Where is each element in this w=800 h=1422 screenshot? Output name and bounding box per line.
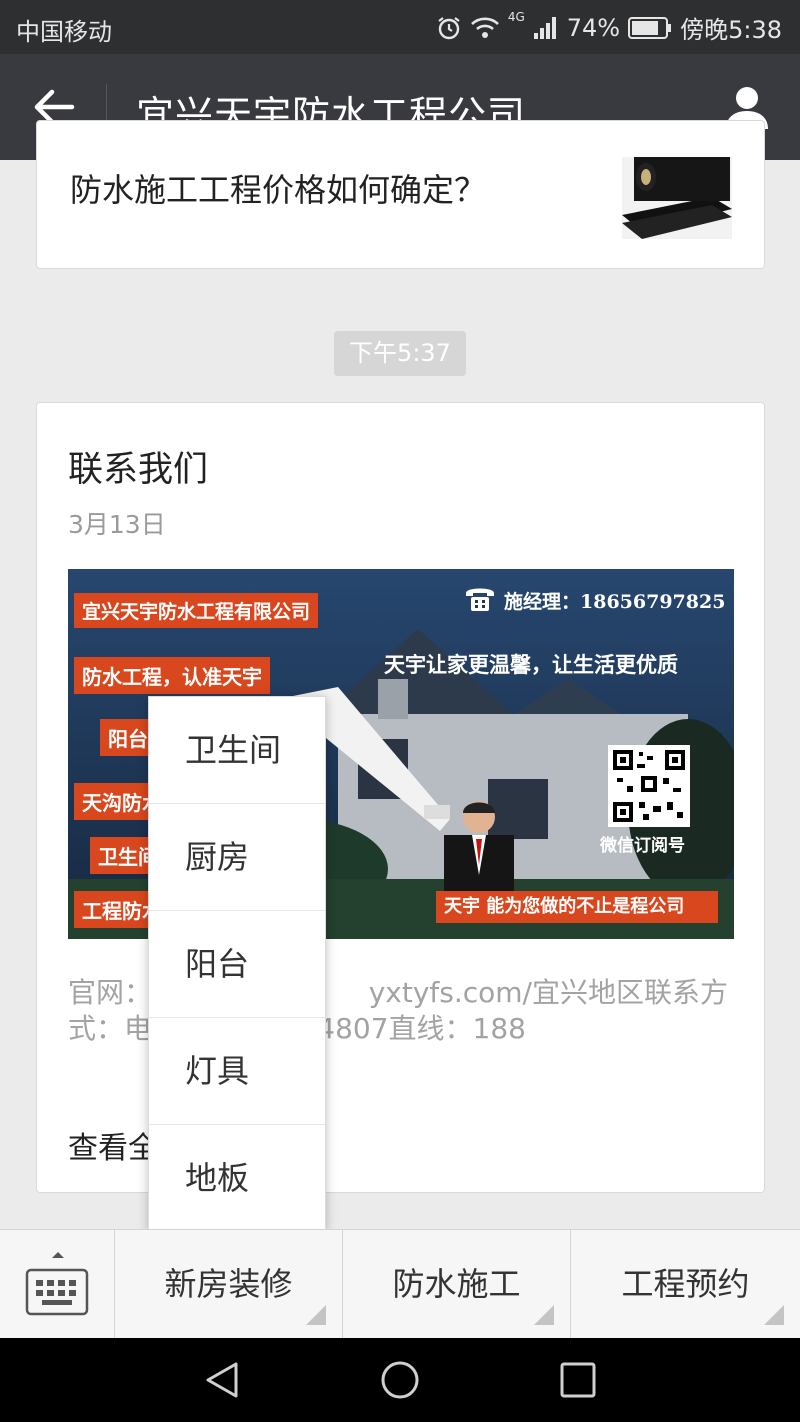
summary-line2-start: 式：电 bbox=[68, 1012, 153, 1045]
qr-caption: 微信订阅号 bbox=[600, 836, 685, 856]
menu-label: 新房装修 bbox=[164, 1265, 293, 1303]
nav-home-icon[interactable] bbox=[378, 1358, 422, 1402]
article-date: 3月13日 bbox=[68, 510, 166, 539]
qr-code bbox=[608, 745, 690, 827]
battery-icon bbox=[628, 16, 672, 40]
banner-headline: 天宇让家更温馨，让生活更优质 bbox=[384, 652, 678, 677]
system-nav-bar bbox=[0, 1338, 800, 1422]
banner-phone: 施经理：18656797825 bbox=[464, 583, 725, 618]
menu-label: 防水施工 bbox=[392, 1265, 521, 1303]
battery-percent: 74% bbox=[566, 13, 621, 42]
popup-submenu: 卫生间 厨房 阳台 灯具 地板 bbox=[148, 696, 326, 1230]
banner-bottom-tag: 天宇 能为您做的不止是程公司 bbox=[436, 891, 718, 923]
menu-new-house-decoration[interactable]: 新房装修 bbox=[115, 1230, 343, 1339]
popup-item-balcony[interactable]: 阳台 bbox=[149, 911, 325, 1018]
megaphone-person-image bbox=[424, 795, 534, 899]
nav-back-icon[interactable] bbox=[200, 1358, 244, 1402]
popup-item-bathroom[interactable]: 卫生间 bbox=[149, 697, 325, 804]
banner-side-tag: 卫生间 bbox=[90, 837, 150, 874]
article-card[interactable]: 联系我们 3月13日 宜兴天宇防水工程有限公司 防水工程，认准天宇 阳台 天沟防… bbox=[36, 402, 765, 1193]
banner-company-tag: 宜兴天宇防水工程有限公司 bbox=[74, 593, 319, 628]
menu-label: 工程预约 bbox=[621, 1265, 750, 1303]
article-title: 联系我们 bbox=[68, 450, 209, 490]
summary-line1-end: yxtyfs.com/宜兴地区联系方 bbox=[368, 976, 728, 1009]
popup-item-kitchen[interactable]: 厨房 bbox=[149, 804, 325, 911]
timestamp-badge: 下午5:37 bbox=[334, 331, 466, 376]
keyboard-toggle-button[interactable] bbox=[0, 1230, 115, 1339]
previous-article-card[interactable]: 防水施工工程价格如何确定？ bbox=[36, 120, 765, 269]
read-more-link[interactable]: 查看全 bbox=[68, 1123, 158, 1167]
menu-project-booking[interactable]: 工程预约 bbox=[571, 1230, 800, 1339]
signal-icon bbox=[533, 16, 559, 40]
alarm-icon bbox=[436, 15, 462, 41]
popup-item-lighting[interactable]: 灯具 bbox=[149, 1018, 325, 1125]
menu-waterproof-construction[interactable]: 防水施工 bbox=[343, 1230, 571, 1339]
banner-side-tag: 工程防水 bbox=[74, 891, 154, 928]
submenu-indicator-icon bbox=[306, 1305, 326, 1325]
status-bar: 中国移动 4G 74% 傍晚5:38 bbox=[0, 0, 800, 54]
status-icons: 4G 74% 傍晚5:38 bbox=[436, 10, 782, 45]
nav-recents-icon[interactable] bbox=[556, 1358, 600, 1402]
summary-line1-start: 官网： bbox=[68, 976, 153, 1009]
wifi-icon bbox=[470, 16, 500, 40]
phone-icon bbox=[464, 583, 496, 618]
previous-article-headline: 防水施工工程价格如何确定？ bbox=[70, 171, 487, 209]
carrier-name: 中国移动 bbox=[16, 18, 112, 46]
bottom-menu-bar: 新房装修 防水施工 工程预约 bbox=[0, 1229, 800, 1339]
clock: 傍晚5:38 bbox=[680, 16, 782, 44]
banner-phone-text: 施经理：18656797825 bbox=[504, 591, 726, 613]
submenu-indicator-icon bbox=[764, 1305, 784, 1325]
banner-slogan-tag: 防水工程，认准天宇 bbox=[74, 657, 270, 694]
previous-article-thumbnail bbox=[622, 157, 732, 239]
popup-item-floor[interactable]: 地板 bbox=[149, 1125, 325, 1232]
network-type: 4G bbox=[507, 10, 525, 24]
banner-side-tag: 天沟防水 bbox=[74, 783, 154, 820]
submenu-indicator-icon bbox=[534, 1305, 554, 1325]
summary-line2-end: 14807直线：188 bbox=[299, 1012, 526, 1045]
